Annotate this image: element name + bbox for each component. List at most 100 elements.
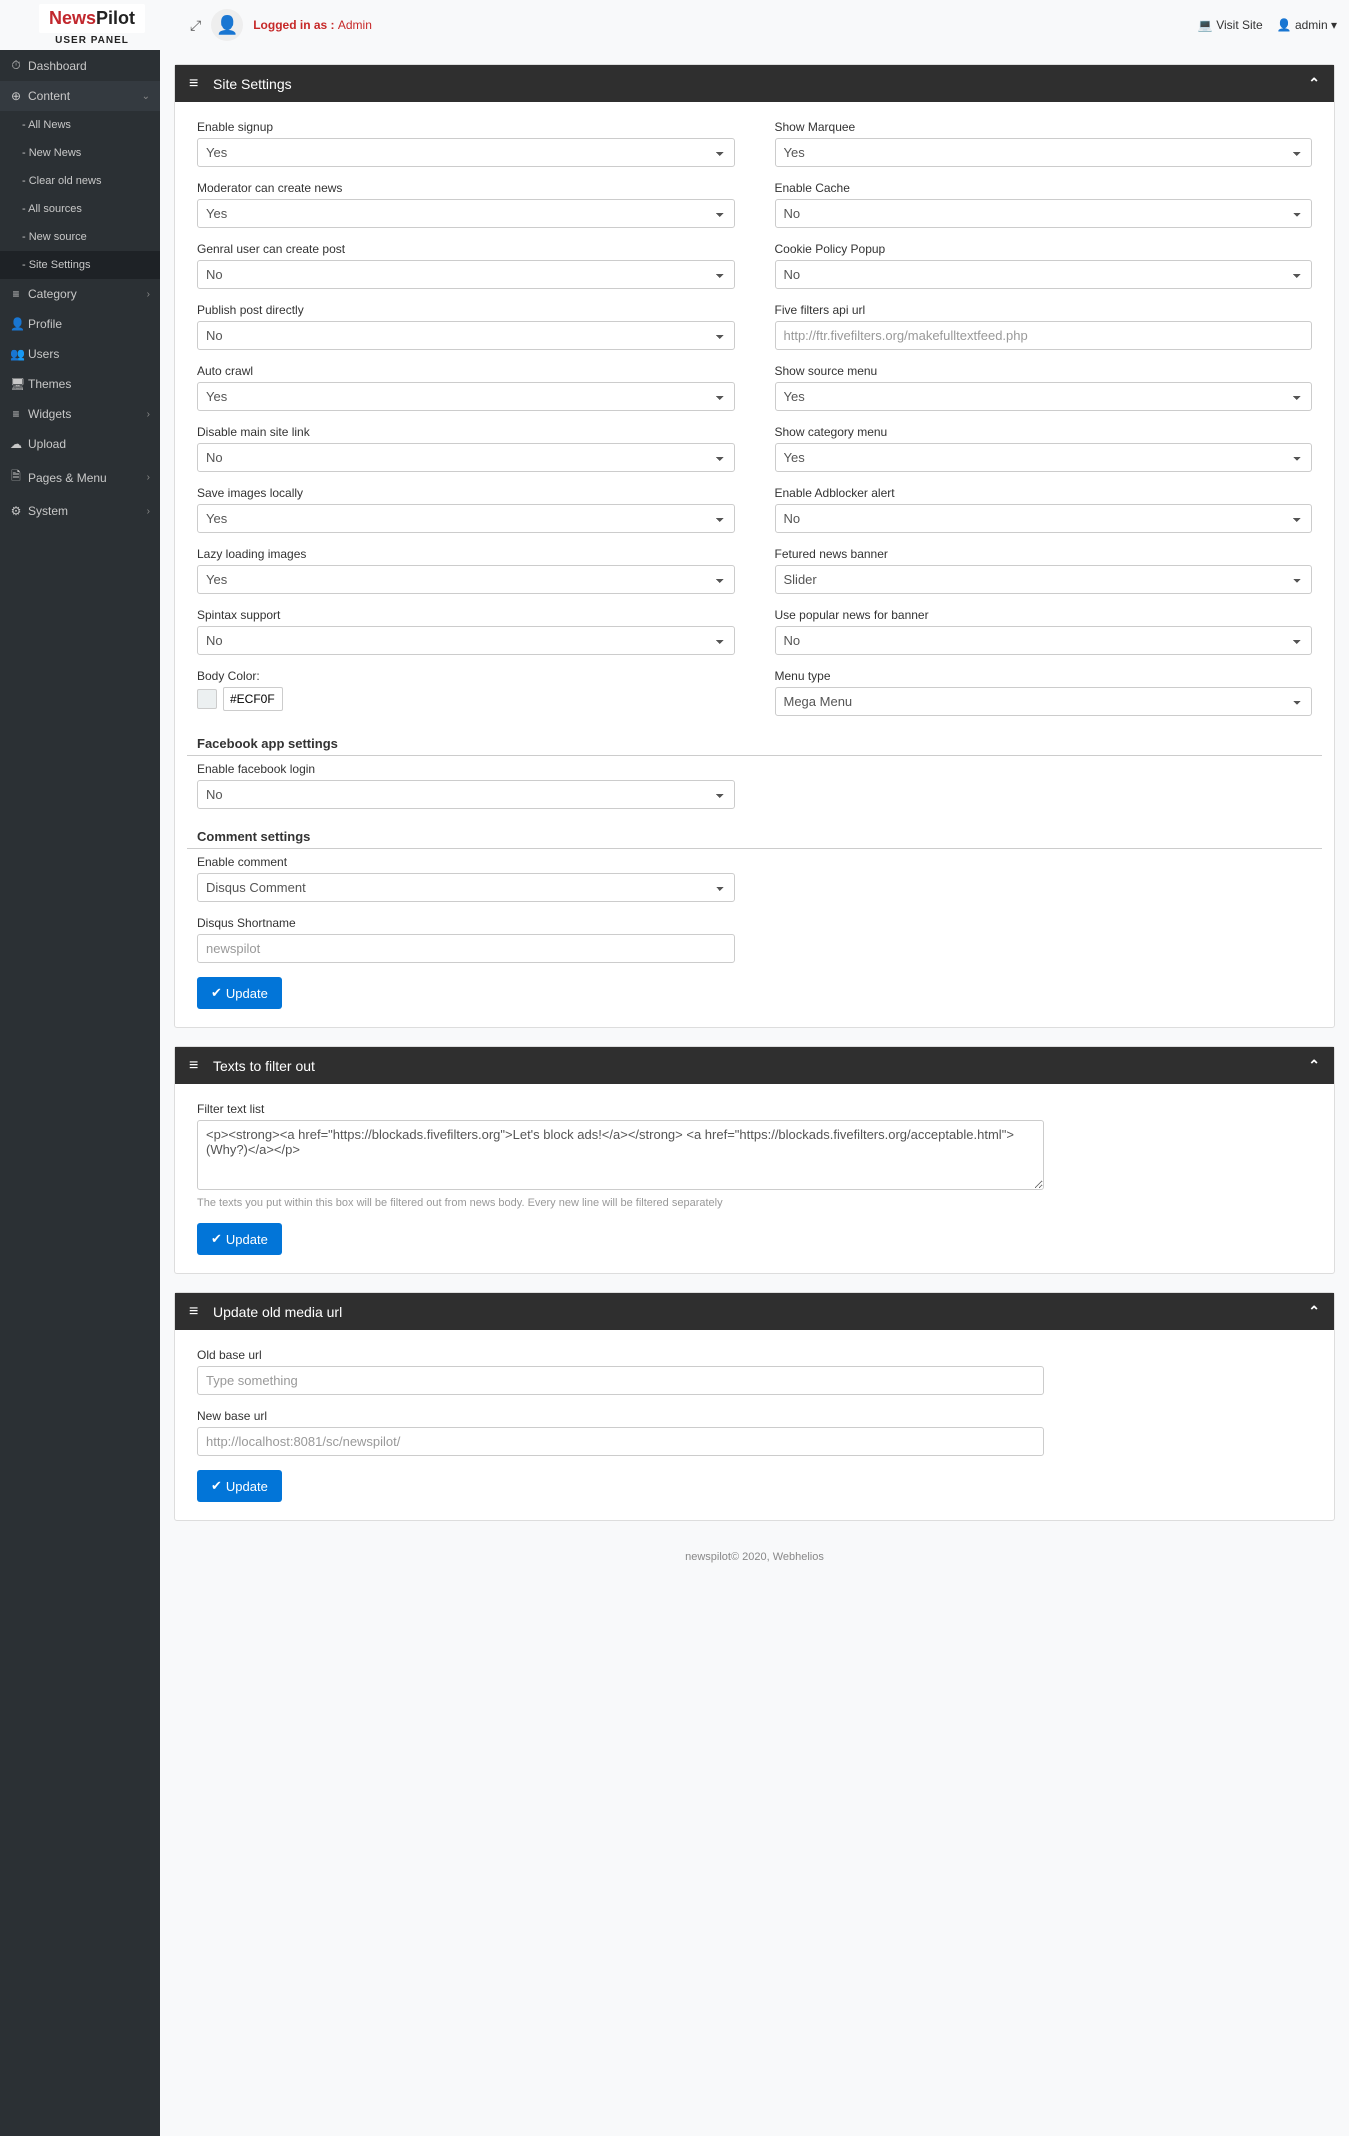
nav-themes[interactable]: 🖥Themes bbox=[0, 369, 160, 399]
nav-clear-old[interactable]: - Clear old news bbox=[0, 167, 160, 195]
nav-widgets[interactable]: ≡Widgets› bbox=[0, 399, 160, 429]
nav-category[interactable]: ≡Category› bbox=[0, 279, 160, 309]
select-show-source[interactable]: Yes bbox=[775, 382, 1313, 411]
label-save-images: Save images locally bbox=[197, 486, 735, 500]
select-enable-signup[interactable]: Yes bbox=[197, 138, 735, 167]
admin-menu[interactable]: 👤 admin ▾ bbox=[1277, 18, 1337, 32]
logo-sub: USER PANEL bbox=[12, 35, 172, 46]
nav-upload[interactable]: ☁Upload bbox=[0, 429, 160, 459]
nav-pages-menu[interactable]: 🗎Pages & Menu› bbox=[0, 459, 160, 496]
label-cookie-popup: Cookie Policy Popup bbox=[775, 242, 1313, 256]
nav-dashboard[interactable]: ⏱Dashboard bbox=[0, 50, 160, 81]
nav-clear-old-label: - Clear old news bbox=[22, 175, 101, 187]
select-spintax[interactable]: No bbox=[197, 626, 735, 655]
input-five-filters[interactable] bbox=[775, 321, 1313, 350]
section-facebook: Facebook app settings bbox=[187, 736, 1322, 756]
nav-new-news-label: - New News bbox=[22, 147, 81, 159]
label-new-base-url: New base url bbox=[197, 1409, 1044, 1423]
select-popular-banner[interactable]: No bbox=[775, 626, 1313, 655]
input-old-base-url[interactable] bbox=[197, 1366, 1044, 1395]
select-disable-main[interactable]: No bbox=[197, 443, 735, 472]
select-lazy-loading[interactable]: Yes bbox=[197, 565, 735, 594]
logged-in-label: Logged in as : bbox=[253, 18, 338, 32]
avatar[interactable]: 👤 bbox=[211, 9, 243, 41]
label-adblocker: Enable Adblocker alert bbox=[775, 486, 1313, 500]
label-filter-text: Filter text list bbox=[197, 1102, 1044, 1116]
select-fetured-banner[interactable]: Slider bbox=[775, 565, 1313, 594]
logo-news: News bbox=[49, 8, 96, 28]
collapse-icon[interactable] bbox=[1308, 75, 1320, 92]
label-publish-direct: Publish post directly bbox=[197, 303, 735, 317]
select-save-images[interactable]: Yes bbox=[197, 504, 735, 533]
nav-content-label: Content bbox=[28, 89, 70, 103]
label-fetured-banner: Fetured news banner bbox=[775, 547, 1313, 561]
select-cookie-popup[interactable]: No bbox=[775, 260, 1313, 289]
update-button-label: Update bbox=[226, 1232, 268, 1247]
chevron-right-icon: › bbox=[147, 289, 150, 300]
chevron-right-icon: › bbox=[147, 506, 150, 517]
footer-text: newspilot© 2020, Webhelios bbox=[174, 1551, 1335, 1583]
panel-header-media: Update old media url bbox=[175, 1293, 1334, 1330]
select-menu-type[interactable]: Mega Menu bbox=[775, 687, 1313, 716]
label-enable-cache: Enable Cache bbox=[775, 181, 1313, 195]
nav-dashboard-label: Dashboard bbox=[28, 59, 87, 73]
nav-new-source-label: - New source bbox=[22, 231, 87, 243]
label-popular-banner: Use popular news for banner bbox=[775, 608, 1313, 622]
select-moderator-create[interactable]: Yes bbox=[197, 199, 735, 228]
visit-site-link[interactable]: 💻 Visit Site bbox=[1198, 18, 1263, 32]
collapse-icon[interactable] bbox=[1308, 1057, 1320, 1074]
textarea-filter-text[interactable] bbox=[197, 1120, 1044, 1190]
bars-icon bbox=[189, 1303, 203, 1320]
label-show-category: Show category menu bbox=[775, 425, 1313, 439]
select-enable-fb-login[interactable]: No bbox=[197, 780, 735, 809]
label-menu-type: Menu type bbox=[775, 669, 1313, 683]
expand-icon[interactable]: ⤢ bbox=[190, 17, 201, 34]
nav-users-label: Users bbox=[28, 347, 59, 361]
select-auto-crawl[interactable]: Yes bbox=[197, 382, 735, 411]
nav-site-settings[interactable]: - Site Settings bbox=[0, 251, 160, 279]
nav-users[interactable]: 👥Users bbox=[0, 339, 160, 369]
help-filter-text: The texts you put within this box will b… bbox=[197, 1197, 1044, 1209]
logo-area: NewsPilot USER PANEL bbox=[12, 0, 172, 50]
nav-category-label: Category bbox=[28, 287, 77, 301]
select-adblocker[interactable]: No bbox=[775, 504, 1313, 533]
label-disable-main: Disable main site link bbox=[197, 425, 735, 439]
logged-in-user: Admin bbox=[338, 18, 372, 32]
label-five-filters: Five filters api url bbox=[775, 303, 1313, 317]
collapse-icon[interactable] bbox=[1308, 1303, 1320, 1320]
input-body-color[interactable] bbox=[223, 687, 283, 711]
color-swatch[interactable] bbox=[197, 689, 217, 709]
input-new-base-url[interactable] bbox=[197, 1427, 1044, 1456]
select-enable-comment[interactable]: Disqus Comment bbox=[197, 873, 735, 902]
label-old-base-url: Old base url bbox=[197, 1348, 1044, 1362]
nav-site-settings-label: - Site Settings bbox=[22, 259, 90, 271]
select-show-marquee[interactable]: Yes bbox=[775, 138, 1313, 167]
label-lazy-loading: Lazy loading images bbox=[197, 547, 735, 561]
nav-profile[interactable]: 👤Profile bbox=[0, 309, 160, 339]
nav-profile-label: Profile bbox=[28, 317, 62, 331]
update-button-media[interactable]: ✔Update bbox=[197, 1470, 282, 1502]
label-genral-user: Genral user can create post bbox=[197, 242, 735, 256]
nav-new-source[interactable]: - New source bbox=[0, 223, 160, 251]
select-show-category[interactable]: Yes bbox=[775, 443, 1313, 472]
input-disqus-short[interactable] bbox=[197, 934, 735, 963]
update-button-label: Update bbox=[226, 986, 268, 1001]
label-disqus-short: Disqus Shortname bbox=[197, 916, 735, 930]
update-button-settings[interactable]: ✔Update bbox=[197, 977, 282, 1009]
nav-content[interactable]: ⊕Content⌄ bbox=[0, 81, 160, 111]
panel-header-settings: Site Settings bbox=[175, 65, 1334, 102]
nav-new-news[interactable]: - New News bbox=[0, 139, 160, 167]
select-enable-cache[interactable]: No bbox=[775, 199, 1313, 228]
nav-system[interactable]: ⚙System› bbox=[0, 496, 160, 526]
panel-header-filter: Texts to filter out bbox=[175, 1047, 1334, 1084]
bars-icon bbox=[189, 1057, 203, 1074]
visit-site-label: Visit Site bbox=[1216, 18, 1262, 32]
select-publish-direct[interactable]: No bbox=[197, 321, 735, 350]
nav-all-news[interactable]: - All News bbox=[0, 111, 160, 139]
label-moderator-create: Moderator can create news bbox=[197, 181, 735, 195]
label-show-source: Show source menu bbox=[775, 364, 1313, 378]
select-genral-user[interactable]: No bbox=[197, 260, 735, 289]
nav-all-sources[interactable]: - All sources bbox=[0, 195, 160, 223]
nav-widgets-label: Widgets bbox=[28, 407, 71, 421]
update-button-filter[interactable]: ✔Update bbox=[197, 1223, 282, 1255]
